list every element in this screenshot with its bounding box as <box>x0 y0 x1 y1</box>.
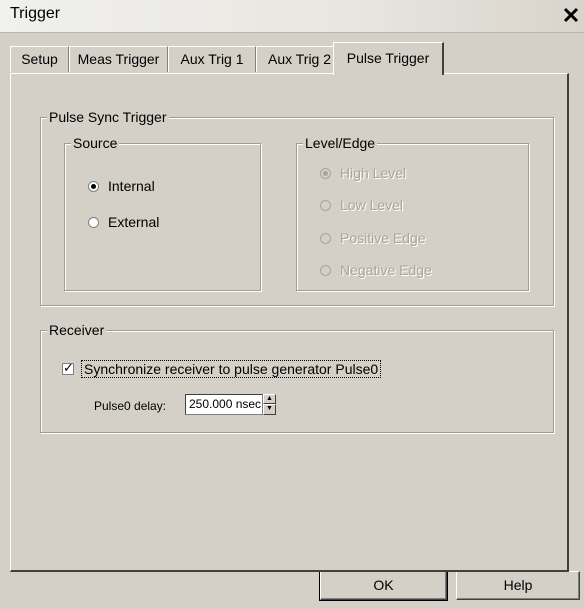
tab-label: Aux Trig 2 <box>267 51 332 67</box>
help-button[interactable]: Help <box>456 571 580 600</box>
radio-label: Positive Edge <box>340 230 426 246</box>
receiver-group: Receiver Synchronize receiver to pulse g… <box>40 322 554 433</box>
pulse0-delay-input[interactable]: 250.000 nsec <box>185 394 263 415</box>
spin-up-icon[interactable]: ▲ <box>263 394 276 404</box>
radio-label: Internal <box>108 178 155 194</box>
tab-meas-trigger[interactable]: Meas Trigger <box>69 46 168 72</box>
close-icon[interactable] <box>560 4 582 26</box>
sync-receiver-label: Synchronize receiver to pulse generator … <box>81 360 382 378</box>
radio-low-level[interactable]: Low Level <box>320 196 403 214</box>
tab-aux-trig-1[interactable]: Aux Trig 1 <box>168 46 256 72</box>
ok-button[interactable]: OK <box>319 570 448 601</box>
radio-negative-edge[interactable]: Negative Edge <box>320 261 432 279</box>
tab-pulse-trigger[interactable]: Pulse Trigger <box>333 42 444 75</box>
radio-positive-edge[interactable]: Positive Edge <box>320 229 426 247</box>
tab-aux-trig-2[interactable]: Aux Trig 2 <box>256 46 343 72</box>
pulse0-delay-label: Pulse0 delay: <box>94 399 167 413</box>
sync-receiver-checkbox[interactable]: Synchronize receiver to pulse generator … <box>62 360 382 378</box>
pulse-trigger-panel: Pulse Sync Trigger Source Internal Exter… <box>10 73 569 572</box>
radio-button[interactable] <box>88 216 99 228</box>
radio-button[interactable] <box>320 199 331 211</box>
source-label: Source <box>71 135 120 151</box>
pulse-sync-trigger-label: Pulse Sync Trigger <box>47 109 169 125</box>
title-bar: Trigger <box>0 0 584 33</box>
radio-button[interactable] <box>320 232 331 244</box>
level-edge-group: Level/Edge High Level Low Level Positive… <box>296 135 529 291</box>
tab-label: Meas Trigger <box>77 51 160 67</box>
radio-external[interactable]: External <box>88 213 159 231</box>
radio-label: Negative Edge <box>340 262 432 278</box>
source-group: Source Internal External <box>64 135 261 291</box>
pulse-sync-trigger-group: Pulse Sync Trigger Source Internal Exter… <box>40 109 554 306</box>
radio-button[interactable] <box>320 264 331 276</box>
radio-label: High Level <box>340 165 407 181</box>
window-title: Trigger <box>10 5 61 22</box>
checkbox[interactable] <box>62 360 74 376</box>
receiver-label: Receiver <box>47 322 107 338</box>
radio-label: External <box>108 214 160 230</box>
tab-setup[interactable]: Setup <box>10 46 69 72</box>
radio-high-level[interactable]: High Level <box>320 164 406 182</box>
spin-down-icon[interactable]: ▼ <box>263 404 276 415</box>
radio-label: Low Level <box>340 197 404 213</box>
tab-label: Setup <box>21 51 58 67</box>
radio-button[interactable] <box>320 167 331 179</box>
radio-button[interactable] <box>88 180 99 192</box>
level-edge-label: Level/Edge <box>303 135 378 151</box>
tab-control: Setup Meas Trigger Aux Trig 1 Aux Trig 2… <box>10 42 570 572</box>
radio-internal[interactable]: Internal <box>88 177 155 195</box>
tab-label: Pulse Trigger <box>346 50 430 66</box>
tab-label: Aux Trig 1 <box>180 51 244 67</box>
pulse0-delay-spinner[interactable]: ▲ ▼ <box>263 394 276 415</box>
